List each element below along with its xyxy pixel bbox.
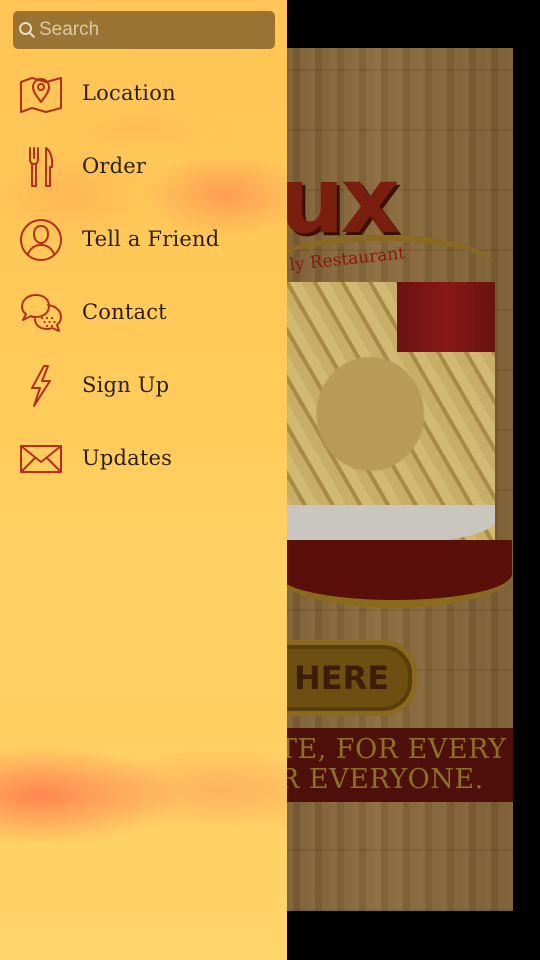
- menu-item-location[interactable]: Location: [0, 64, 287, 124]
- menu-label-location: Location: [82, 81, 176, 105]
- menu-label-contact: Contact: [82, 300, 167, 324]
- menu-item-sign-up[interactable]: Sign Up: [0, 356, 287, 416]
- order-here-label: HERE: [294, 659, 390, 697]
- menu-item-updates[interactable]: Updates: [0, 429, 287, 489]
- envelope-icon: [20, 445, 62, 473]
- menu-label-updates: Updates: [82, 446, 173, 470]
- menu-item-contact[interactable]: Contact: [0, 283, 287, 343]
- background-app-content: ux ly Restaurant HERE TE, FOR EVERY R EV…: [247, 0, 540, 960]
- map-pin-icon: [20, 77, 62, 113]
- speech-bubbles-icon: [21, 294, 62, 332]
- search-bar[interactable]: [13, 11, 275, 49]
- user-circle-icon: [20, 219, 62, 261]
- slogan-line-2: R EVERYONE.: [279, 764, 484, 795]
- side-menu: Location Order Tell a Friend Contact: [0, 0, 287, 960]
- fork-knife-icon: [29, 147, 54, 187]
- cola-cup-image: [397, 282, 495, 352]
- slogan-line-1: TE, FOR EVERY: [279, 734, 507, 765]
- menu-label-tell-a-friend: Tell a Friend: [82, 227, 220, 251]
- search-input[interactable]: [39, 11, 265, 49]
- menu-label-order: Order: [82, 154, 147, 178]
- search-icon: [19, 22, 35, 38]
- menu-label-sign-up: Sign Up: [82, 373, 170, 397]
- menu-item-order[interactable]: Order: [0, 137, 287, 197]
- lightning-icon: [31, 365, 51, 407]
- menu-item-tell-a-friend[interactable]: Tell a Friend: [0, 210, 287, 270]
- red-swoosh-decoration: [277, 540, 512, 608]
